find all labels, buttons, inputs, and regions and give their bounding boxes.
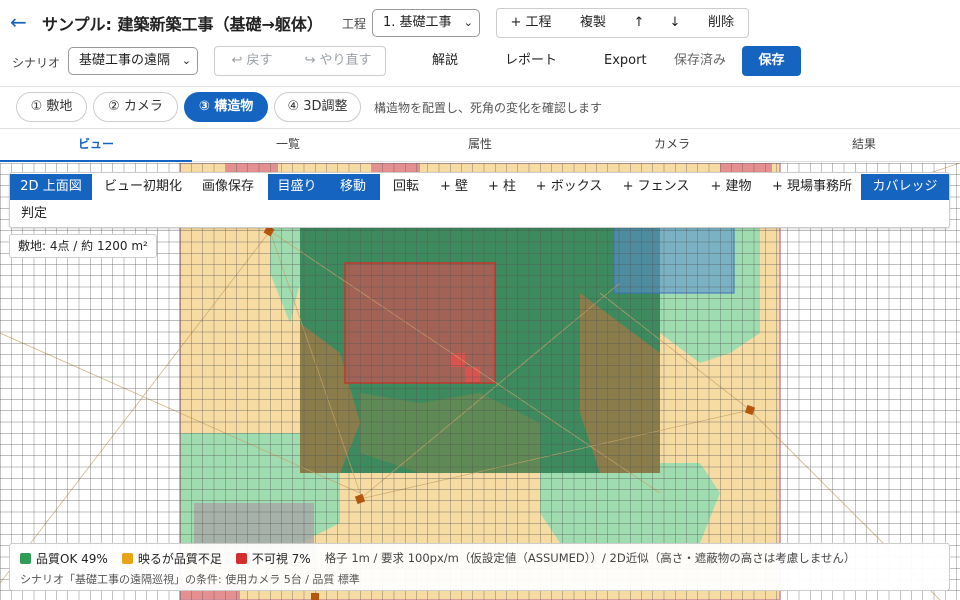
add-wall-button[interactable]: + 壁	[434, 174, 474, 200]
legend-row: 品質OK 49% 映るが品質不足 不可視 7% 格子 1m / 要求 100px…	[20, 549, 855, 567]
phase-label: 工程	[342, 17, 367, 31]
phase-select[interactable]: 1. 基礎工事 ⌄	[372, 9, 480, 37]
back-arrow-icon[interactable]: ←	[10, 10, 32, 34]
scenario-select[interactable]: 基礎工事の遠隔 ⌄	[68, 47, 198, 75]
redo-button[interactable]: ↪ やり直す	[299, 47, 377, 75]
legend-ok-swatch	[20, 552, 31, 564]
legend-low-swatch	[121, 552, 133, 564]
export-button[interactable]: Export	[604, 46, 647, 76]
undo-button[interactable]: ↩ 戻す	[227, 47, 277, 75]
camera-marker[interactable]	[311, 593, 319, 600]
step-structure[interactable]: ③ 構造物	[184, 92, 268, 122]
phase-actions-group: + 工程 複製 ↑ ↓ 削除	[496, 8, 749, 38]
save-image-button[interactable]: 画像保存	[196, 174, 260, 200]
duplicate-button[interactable]: 複製	[571, 9, 615, 37]
legend-ok: 品質OK 49%	[20, 550, 108, 567]
legend-low-label: 映るが品質不足	[137, 551, 222, 566]
site-info-badge: 敷地: 4点 / 約 1200 m²	[9, 234, 157, 258]
phase-select-value: 1. 基礎工事	[383, 15, 452, 30]
coverage-toggle-button[interactable]: カバレッジ	[861, 174, 949, 200]
coverage-grid-canvas[interactable]	[0, 163, 960, 600]
chevron-down-icon: ⌄	[463, 16, 473, 29]
legend-invisible-swatch	[235, 552, 247, 564]
move-tool-button[interactable]: 移動	[326, 174, 380, 200]
add-column-button[interactable]: + 柱	[482, 174, 522, 200]
header-row: ← サンプル: 建築新築工事（基礎→躯体） 工程 1. 基礎工事 ⌄ + 工程 …	[0, 0, 960, 44]
page-title: サンプル: 建築新築工事（基礎→躯体）	[42, 15, 323, 34]
add-box-button[interactable]: + ボックス	[530, 174, 608, 200]
history-group: ↩ 戻す ↪ やり直す	[214, 46, 386, 76]
add-fence-button[interactable]: + フェンス	[616, 174, 696, 200]
tab-attributes[interactable]: 属性	[384, 129, 576, 162]
move-up-button[interactable]: ↑	[629, 9, 649, 37]
legend-ok-label: 品質OK 49%	[36, 551, 108, 566]
delete-button[interactable]: 削除	[701, 9, 741, 37]
saved-status: 保存済み	[674, 53, 727, 68]
scenario-select-value: 基礎工事の遠隔	[79, 53, 171, 68]
legend-low: 映るが品質不足	[121, 550, 222, 567]
step-site[interactable]: ① 敷地	[16, 92, 87, 122]
tab-results[interactable]: 結果	[768, 129, 960, 162]
legend-invisible-label: 不可視 7%	[251, 551, 311, 566]
add-site-office-button[interactable]: + 現場事務所	[766, 174, 858, 200]
add-building-button[interactable]: + 建物	[704, 174, 758, 200]
coverage-legend: 品質OK 49% 映るが品質不足 不可視 7% 格子 1m / 要求 100px…	[9, 543, 950, 591]
plan-view-map[interactable]: 2D 上面図 ビュー初期化 画像保存 目盛り 移動 回転 + 壁 + 柱 + ボ…	[0, 163, 960, 600]
view-2d-button[interactable]: 2D 上面図	[10, 174, 92, 200]
grid-overlay	[0, 163, 960, 600]
add-phase-button[interactable]: + 工程	[507, 9, 555, 37]
scenario-label: シナリオ	[12, 56, 61, 70]
tab-view[interactable]: ビュー	[0, 129, 192, 162]
rotate-tool-button[interactable]: 回転	[386, 174, 426, 200]
explain-button[interactable]: 解説	[432, 46, 458, 76]
chevron-down-icon: ⌄	[181, 54, 191, 67]
step-bar: ① 敷地 ② カメラ ③ 構造物 ④ 3D調整 構造物を配置し、死角の変化を確認…	[0, 86, 960, 128]
map-toolbar: 2D 上面図 ビュー初期化 画像保存 目盛り 移動 回転 + 壁 + 柱 + ボ…	[9, 172, 950, 228]
scale-toggle-button[interactable]: 目盛り	[268, 174, 326, 200]
tab-list[interactable]: 一覧	[192, 129, 384, 162]
legend-note: 格子 1m / 要求 100px/m（仮設定値（ASSUMED））/ 2D近似（…	[324, 551, 856, 565]
tab-camera[interactable]: カメラ	[576, 129, 768, 162]
view-tabs: ビュー 一覧 属性 カメラ 結果	[0, 128, 960, 162]
save-button[interactable]: 保存	[742, 46, 801, 76]
report-button[interactable]: レポート	[505, 46, 557, 76]
move-down-button[interactable]: ↓	[665, 9, 685, 37]
step-camera[interactable]: ② カメラ	[93, 92, 178, 122]
legend-condition: シナリオ「基礎工事の遠隔巡視」の条件: 使用カメラ 5台 / 品質 標準	[20, 573, 360, 586]
judge-button[interactable]: 判定	[10, 201, 58, 227]
step-hint: 構造物を配置し、死角の変化を確認します	[374, 101, 603, 115]
legend-invisible: 不可視 7%	[235, 550, 311, 567]
step-3d-adjust[interactable]: ④ 3D調整	[274, 92, 361, 122]
reset-view-button[interactable]: ビュー初期化	[98, 174, 188, 200]
